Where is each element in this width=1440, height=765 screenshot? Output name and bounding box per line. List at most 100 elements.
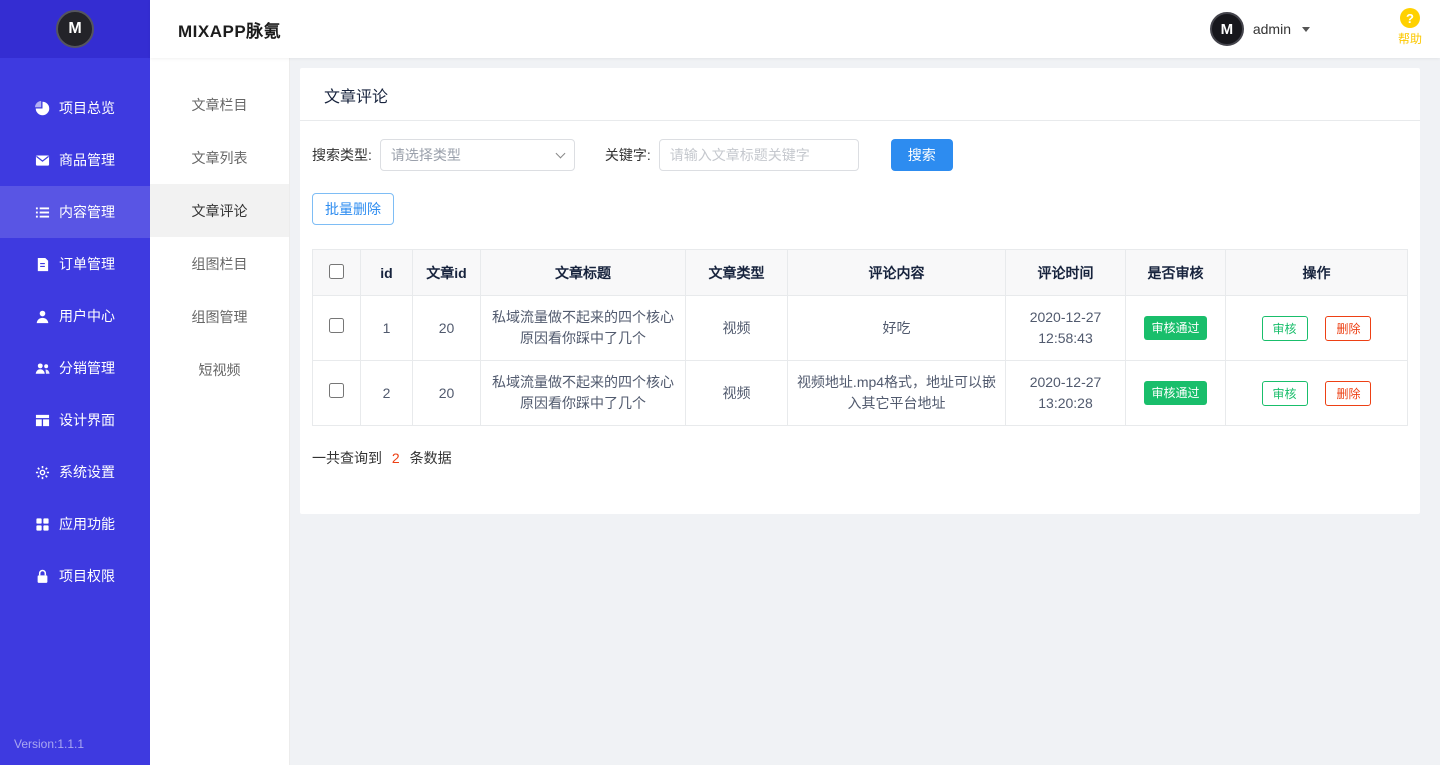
summary-prefix: 一共查询到 xyxy=(312,450,382,466)
batch-delete-button[interactable]: 批量删除 xyxy=(312,193,394,225)
sidebar-item-label: 分销管理 xyxy=(59,360,115,376)
row-checkbox[interactable] xyxy=(329,382,344,398)
user-menu[interactable]: M admin xyxy=(1209,12,1310,46)
audit-button[interactable]: 审核 xyxy=(1261,380,1308,406)
cell-type: 视频 xyxy=(685,360,788,426)
cell-time: 2020-12-27 12:58:43 xyxy=(1005,295,1126,361)
search-bar: 搜索类型: 请选择类型 关键字: 搜索 xyxy=(300,121,1420,171)
delete-button[interactable]: 删除 xyxy=(1325,315,1372,341)
app-title: MIXAPP脉氪 xyxy=(178,21,282,41)
sidebar-item-product-management[interactable]: 商品管理 xyxy=(0,134,150,186)
layout-icon xyxy=(35,413,50,428)
sidebar-item-design-interface[interactable]: 设计界面 xyxy=(0,394,150,446)
users-icon xyxy=(35,361,50,376)
secondary-sidebar: 文章栏目 文章列表 文章评论 组图栏目 组图管理 短视频 xyxy=(150,58,290,765)
submenu-item-gallery-categories[interactable]: 组图栏目 xyxy=(150,237,289,290)
user-icon xyxy=(35,309,50,324)
status-badge: 审核通过 xyxy=(1144,316,1207,340)
cell-article-id: 20 xyxy=(412,295,481,361)
cell-content: 好吃 xyxy=(787,295,1006,361)
submenu-item-gallery-management[interactable]: 组图管理 xyxy=(150,290,289,343)
col-header-title: 文章标题 xyxy=(480,249,686,296)
status-badge: 审核通过 xyxy=(1144,381,1207,405)
list-icon xyxy=(35,205,50,220)
row-checkbox[interactable] xyxy=(329,317,344,333)
logo-icon: M xyxy=(56,10,94,48)
result-summary: 一共查询到 2 条数据 xyxy=(300,426,1420,488)
audit-button[interactable]: 审核 xyxy=(1261,315,1308,341)
sidebar-item-distribution-management[interactable]: 分销管理 xyxy=(0,342,150,394)
version-label: Version:1.1.1 xyxy=(14,737,85,751)
document-icon xyxy=(35,257,50,272)
sidebar-item-label: 内容管理 xyxy=(59,204,115,220)
username-label: admin xyxy=(1252,21,1291,37)
question-mark-icon: ? xyxy=(1399,8,1420,28)
summary-suffix: 条数据 xyxy=(409,450,452,466)
topbar: MIXAPP脉氪 M admin ? 帮助 xyxy=(150,0,1440,58)
cell-title: 私域流量做不起来的四个核心原因看你踩中了几个 xyxy=(480,360,686,426)
sidebar-item-label: 订单管理 xyxy=(59,256,115,272)
lock-icon xyxy=(35,569,50,584)
table-header-row: id 文章id 文章标题 文章类型 评论内容 评论时间 是否审核 操作 xyxy=(312,249,1408,296)
sidebar-item-user-center[interactable]: 用户中心 xyxy=(0,290,150,342)
mail-icon xyxy=(35,153,50,168)
sidebar-item-app-functions[interactable]: 应用功能 xyxy=(0,498,150,550)
delete-button[interactable]: 删除 xyxy=(1325,380,1372,406)
select-all-checkbox[interactable] xyxy=(329,263,344,279)
keyword-label: 关键字: xyxy=(604,147,651,163)
pie-chart-icon xyxy=(35,100,50,116)
table-toolbar: 批量删除 xyxy=(300,171,1420,225)
col-header-actions: 操作 xyxy=(1225,249,1408,296)
cell-type: 视频 xyxy=(685,295,788,361)
sidebar-item-label: 用户中心 xyxy=(59,308,115,324)
col-header-audit: 是否审核 xyxy=(1125,249,1226,296)
col-header-time: 评论时间 xyxy=(1005,249,1126,296)
comments-table-wrap: id 文章id 文章标题 文章类型 评论内容 评论时间 是否审核 操作 1 20… xyxy=(300,225,1420,426)
chevron-down-icon xyxy=(555,148,566,158)
col-header-content: 评论内容 xyxy=(787,249,1006,296)
cell-article-id: 20 xyxy=(412,360,481,426)
summary-count: 2 xyxy=(391,450,400,466)
user-avatar: M xyxy=(1209,12,1244,46)
cell-id: 1 xyxy=(360,295,413,361)
sidebar-item-label: 设计界面 xyxy=(59,412,115,428)
col-header-article-id: 文章id xyxy=(412,249,481,296)
comments-table: id 文章id 文章标题 文章类型 评论内容 评论时间 是否审核 操作 1 20… xyxy=(312,249,1408,426)
sidebar-item-label: 商品管理 xyxy=(59,152,115,168)
sidebar-item-order-management[interactable]: 订单管理 xyxy=(0,238,150,290)
sidebar-item-project-overview[interactable]: 项目总览 xyxy=(0,82,150,134)
main-content: 文章评论 搜索类型: 请选择类型 关键字: 搜索 批量删除 xyxy=(290,58,1440,765)
search-button[interactable]: 搜索 xyxy=(890,139,953,171)
submenu-item-article-comments[interactable]: 文章评论 xyxy=(150,184,289,237)
col-header-type: 文章类型 xyxy=(685,249,788,296)
search-type-select[interactable]: 请选择类型 xyxy=(379,139,575,171)
sidebar-item-system-settings[interactable]: 系统设置 xyxy=(0,446,150,498)
search-type-label: 搜索类型: xyxy=(312,147,372,163)
primary-sidebar: M 项目总览 商品管理 内容管理 订单管理 用户中心 分销管理 设计界面 系统设… xyxy=(0,0,150,765)
select-all-cell xyxy=(312,249,361,296)
submenu-item-short-videos[interactable]: 短视频 xyxy=(150,343,289,396)
apps-icon xyxy=(35,517,50,532)
help-label: 帮助 xyxy=(1397,32,1422,46)
chevron-down-icon xyxy=(1302,26,1310,32)
cell-id: 2 xyxy=(360,360,413,426)
gear-icon xyxy=(35,465,50,480)
app-logo[interactable]: M xyxy=(0,0,150,58)
sidebar-item-content-management[interactable]: 内容管理 xyxy=(0,186,150,238)
app-root: M 项目总览 商品管理 内容管理 订单管理 用户中心 分销管理 设计界面 系统设… xyxy=(0,0,1440,765)
cell-time: 2020-12-27 13:20:28 xyxy=(1005,360,1126,426)
content-card: 文章评论 搜索类型: 请选择类型 关键字: 搜索 批量删除 xyxy=(300,68,1420,514)
submenu-item-article-categories[interactable]: 文章栏目 xyxy=(150,78,289,131)
page-title: 文章评论 xyxy=(300,68,1420,121)
search-type-value: 请选择类型 xyxy=(390,147,461,163)
sidebar-item-label: 系统设置 xyxy=(59,464,115,480)
sidebar-item-label: 项目总览 xyxy=(59,100,115,116)
help-button[interactable]: ? 帮助 xyxy=(1398,8,1422,47)
cell-title: 私域流量做不起来的四个核心原因看你踩中了几个 xyxy=(480,295,686,361)
submenu-item-article-list[interactable]: 文章列表 xyxy=(150,131,289,184)
table-row: 2 20 私域流量做不起来的四个核心原因看你踩中了几个 视频 视频地址.mp4格… xyxy=(312,360,1408,426)
cell-content: 视频地址.mp4格式，地址可以嵌入其它平台地址 xyxy=(787,360,1006,426)
keyword-input[interactable] xyxy=(658,139,859,171)
sidebar-item-label: 项目权限 xyxy=(59,568,115,584)
sidebar-item-project-permissions[interactable]: 项目权限 xyxy=(0,550,150,602)
